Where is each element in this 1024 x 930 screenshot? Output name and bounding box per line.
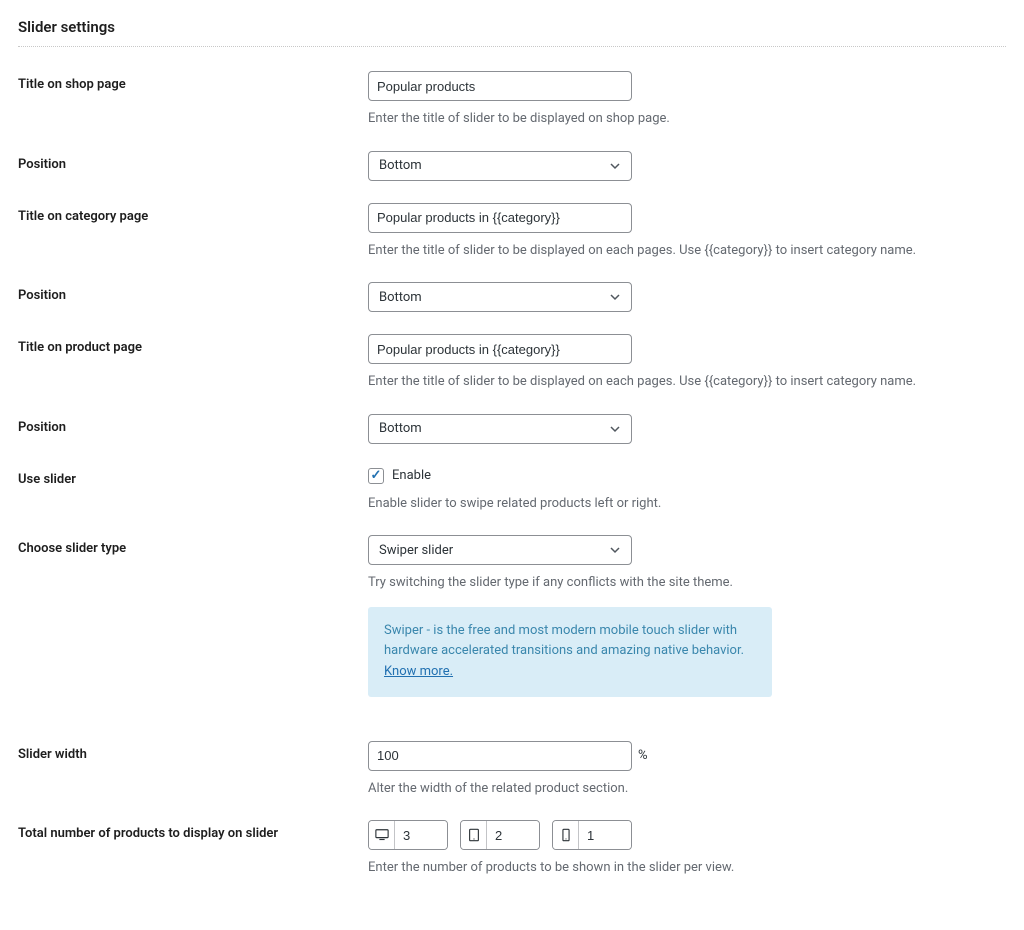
slider-info-link[interactable]: Know more. [384, 664, 453, 679]
help-category-title: Enter the title of slider to be displaye… [368, 241, 1006, 261]
chevron-down-icon [609, 291, 621, 303]
section-title: Slider settings [18, 18, 1006, 36]
device-input-tablet [460, 820, 540, 850]
field-product-title: Title on product page Enter the title of… [18, 334, 1006, 392]
slider-settings-panel: Slider settings Title on shop page Enter… [0, 0, 1024, 930]
input-product-title[interactable] [368, 334, 632, 364]
help-use-slider: Enable slider to swipe related products … [368, 494, 1006, 514]
label-use-slider: Use slider [18, 466, 368, 487]
chevron-down-icon [609, 160, 621, 172]
select-slider-type[interactable]: Swiper slider [368, 535, 632, 565]
section-divider [18, 46, 1006, 47]
label-slider-type: Choose slider type [18, 535, 368, 556]
input-products-desktop[interactable] [395, 821, 447, 849]
select-category-position[interactable]: Bottom [368, 282, 632, 312]
label-category-position: Position [18, 282, 368, 303]
select-product-position-value: Bottom [379, 421, 422, 436]
device-input-mobile [552, 820, 632, 850]
select-product-position[interactable]: Bottom [368, 414, 632, 444]
help-product-title: Enter the title of slider to be displaye… [368, 372, 1006, 392]
help-slider-width: Alter the width of the related product s… [368, 779, 1006, 799]
select-slider-type-value: Swiper slider [379, 543, 453, 558]
label-shop-title: Title on shop page [18, 71, 368, 92]
select-category-position-value: Bottom [379, 290, 422, 305]
input-products-tablet[interactable] [487, 821, 539, 849]
label-slider-width: Slider width [18, 741, 368, 762]
label-shop-position: Position [18, 151, 368, 172]
help-total-products: Enter the number of products to be shown… [368, 858, 1006, 878]
field-use-slider: Use slider Enable Enable slider to swipe… [18, 466, 1006, 514]
chevron-down-icon [609, 544, 621, 556]
help-slider-type: Try switching the slider type if any con… [368, 573, 1006, 593]
field-category-title: Title on category page Enter the title o… [18, 203, 1006, 261]
field-slider-type: Choose slider type Swiper slider Try swi… [18, 535, 1006, 593]
field-category-position: Position Bottom [18, 282, 1006, 312]
label-product-position: Position [18, 414, 368, 435]
input-shop-title[interactable] [368, 71, 632, 101]
input-products-mobile[interactable] [579, 821, 631, 849]
desktop-icon [369, 821, 395, 849]
label-product-title: Title on product page [18, 334, 368, 355]
help-shop-title: Enter the title of slider to be displaye… [368, 109, 1006, 129]
field-total-products: Total number of products to display on s… [18, 820, 1006, 878]
field-shop-title: Title on shop page Enter the title of sl… [18, 71, 1006, 129]
slider-width-suffix: % [638, 748, 648, 763]
select-shop-position-value: Bottom [379, 158, 422, 173]
tablet-icon [461, 821, 487, 849]
field-shop-position: Position Bottom [18, 151, 1006, 181]
select-shop-position[interactable]: Bottom [368, 151, 632, 181]
checkbox-use-slider[interactable] [368, 468, 384, 484]
slider-info-text: Swiper - is the free and most modern mob… [384, 623, 744, 659]
chevron-down-icon [609, 423, 621, 435]
input-slider-width[interactable] [368, 741, 632, 771]
field-slider-width: Slider width % Alter the width of the re… [18, 741, 1006, 799]
input-category-title[interactable] [368, 203, 632, 233]
field-product-position: Position Bottom [18, 414, 1006, 444]
checkbox-use-slider-label: Enable [392, 468, 431, 483]
device-inputs-group [368, 820, 1006, 850]
row-slider-info: Swiper - is the free and most modern mob… [18, 607, 1006, 719]
device-input-desktop [368, 820, 448, 850]
label-category-title: Title on category page [18, 203, 368, 224]
mobile-icon [553, 821, 579, 849]
label-total-products: Total number of products to display on s… [18, 820, 368, 841]
slider-info-box: Swiper - is the free and most modern mob… [368, 607, 772, 697]
